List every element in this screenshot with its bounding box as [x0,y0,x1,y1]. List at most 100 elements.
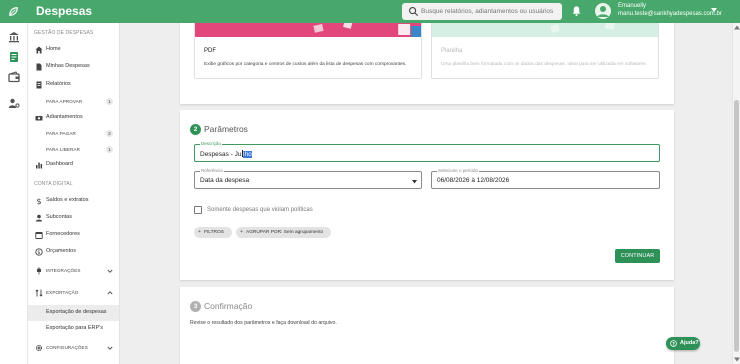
count-badge: 1 [106,146,113,153]
filters-chip[interactable]: + FILTROS [194,227,232,238]
description-field[interactable]: Descrição Despesas - Ju lho [194,141,660,162]
sidebar-item-relatorios[interactable]: Relatórios [28,78,119,92]
sidebar-item-para-pagar[interactable]: PARA PAGAR 2 [28,127,119,141]
plus-icon: + [198,229,201,235]
sidebar-item-label: Fornecedores [46,231,80,237]
logo-icon[interactable] [7,5,20,18]
receipt-icon[interactable] [8,51,20,63]
sidebar-item-integracoes[interactable]: INTEGRAÇÕES [28,264,119,278]
svg-text:$: $ [37,250,40,256]
search-input[interactable] [421,4,559,19]
sidebar-item-dashboard[interactable]: Dashboard [28,158,119,172]
scroll-up-icon[interactable] [734,25,740,30]
confirmation-description: Revise o resultado dos parâmetros e faça… [190,320,337,326]
sidebar-item-exportacao-erps[interactable]: Exportação para ERP's [28,322,119,336]
sidebar-item-home[interactable]: Home [28,43,119,57]
sidebar-item-label: Dashboard [46,161,73,167]
search-icon [409,7,419,17]
sidebar-item-configuracoes[interactable]: CONFIGURAÇÕES [28,341,119,355]
caret-down-icon [412,180,417,184]
confirmation-card: 3 Confirmação Revise o resultado dos par… [180,287,674,364]
plug-icon [37,267,41,275]
sidebar-item-exportacao-despesas[interactable]: Exportação de despesas [28,305,119,321]
section-conta-digital: CONTA DIGITAL [34,181,73,187]
confirmation-title: Confirmação [204,301,253,311]
bar-chart-icon [36,162,43,169]
filters-chip-label: FILTROS [204,230,224,235]
main-content: PDF Exibe gráficos por categoria e centr… [120,23,732,364]
user-email: manu.teste@sankhyadespesas.com.br [618,11,722,17]
caret-down-icon[interactable] [711,8,717,13]
sidebar-item-minhas-despesas[interactable]: Minhas Despesas [28,60,119,74]
sidebar-item-label: INTEGRAÇÕES [46,268,81,273]
pdf-option-card[interactable]: PDF Exibe gráficos por categoria e centr… [194,23,422,79]
home-icon [35,46,43,54]
sheet-illustration-icon [432,23,658,37]
pdf-option-description: Exibe gráficos por categoria e centros d… [204,62,407,67]
group-by-chip-label: AGRUPAR POR: Sem agrupamento [246,230,324,235]
period-label: Selecione o período [437,168,480,174]
money-icon [35,116,43,121]
section-gestao: GESTÃO DE DESPESAS [34,30,94,36]
export-icon [35,289,43,297]
sidebar-item-para-liberar[interactable]: PARA LIBERAR 1 [28,143,119,157]
sidebar-item-fornecedores[interactable]: Fornecedores [28,228,119,242]
bank-icon[interactable] [8,31,20,43]
help-icon: ? [670,340,677,347]
sidebar-item-orcamentos[interactable]: $ Orçamentos [28,245,119,259]
sidebar-item-exportacao[interactable]: EXPORTAÇÃO [28,286,119,300]
period-field[interactable]: Selecione o período 06/08/2026 à 12/08/2… [431,168,660,189]
sidebar-item-label: Relatórios [46,81,71,87]
count-badge: 2 [106,130,113,137]
violations-checkbox-label: Somente despesas que violam políticas [207,207,313,213]
sidebar-item-label: Exportação para ERP's [46,325,103,331]
sidebar-item-label: CONFIGURAÇÕES [46,345,88,350]
sidebar: GESTÃO DE DESPESAS Home Minhas Despesas … [28,23,120,364]
scrollbar-thumb[interactable] [734,100,739,352]
user-settings-icon[interactable] [8,97,20,109]
budget-icon: $ [35,248,43,256]
help-label: Ajuda? [680,340,699,346]
sheet-option-title: Planilha [441,48,463,54]
description-selected-text: lho [242,151,253,158]
reference-value: Data da despesa [200,177,250,184]
dollar-icon: $ [36,197,41,205]
step-number-badge: 2 [190,124,201,135]
sidebar-item-label: Home [46,46,61,52]
parameters-card: 2 Parâmetros Descrição Despesas - Ju lho … [180,110,674,280]
reference-label: Referência [200,168,224,174]
export-type-card: PDF Exibe gráficos por categoria e centr… [180,23,674,104]
description-label: Descrição [200,141,223,147]
sidebar-item-label: Minhas Despesas [46,63,90,69]
sidebar-item-adiantamentos[interactable]: Adiantamentos [28,111,119,125]
wallet-icon[interactable] [8,71,20,83]
svg-text:$: $ [36,197,41,205]
page-title: Despesas [36,4,93,18]
sidebar-item-label: EXPORTAÇÃO [46,290,79,295]
description-input[interactable]: Despesas - Ju lho [200,150,253,158]
reference-select[interactable]: Referência Data da despesa [194,168,422,189]
sidebar-item-para-aprovar[interactable]: PARA APROVAR 1 [28,95,119,109]
group-by-chip[interactable]: + AGRUPAR POR: Sem agrupamento [236,227,331,238]
pdf-option-title: PDF [204,48,216,54]
scroll-down-icon[interactable] [734,357,740,362]
help-button[interactable]: ? Ajuda? [666,337,700,350]
description-text: Despesas - Ju [200,151,242,158]
sidebar-item-label: Saldos e extratos [46,197,89,203]
user-name: Emanuelly [618,3,647,9]
gear-icon [35,344,43,352]
sidebar-item-saldos[interactable]: $ Saldos e extratos [28,194,119,208]
sheet-option-card[interactable]: Planilha Uma planilha bem formatada com … [431,23,659,79]
person-icon [35,214,43,222]
avatar[interactable] [595,3,611,19]
violations-checkbox[interactable] [194,206,202,214]
sidebar-item-label: PARA APROVAR [46,99,83,104]
avatar-icon [597,6,609,17]
continue-button[interactable]: CONTINUAR [615,249,660,263]
search-box[interactable] [402,3,562,20]
sidebar-item-subcontas[interactable]: Subcontas [28,211,119,225]
scrollbar[interactable] [732,23,740,364]
app-header: Despesas Emanuelly manu.teste@sankhyades… [0,0,740,23]
plus-icon: + [240,229,243,235]
bell-icon[interactable] [571,5,582,17]
